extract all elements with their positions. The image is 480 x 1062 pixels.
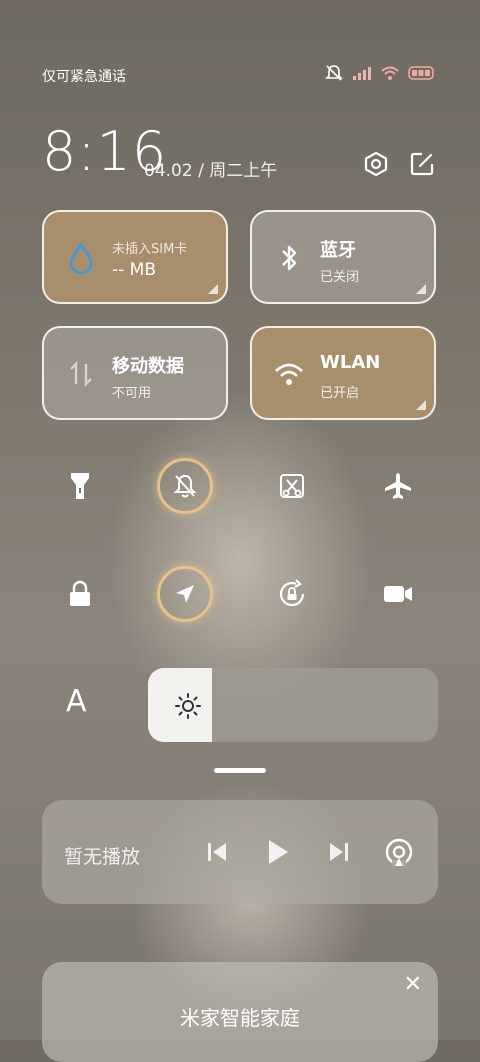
edit-icon[interactable] xyxy=(408,150,436,178)
data-arrows-icon xyxy=(70,361,92,387)
previous-icon[interactable] xyxy=(206,840,228,864)
bluetooth-icon xyxy=(282,245,297,271)
flashlight-toggle[interactable] xyxy=(52,458,108,514)
smart-home-card[interactable]: ✕ 米家智能家庭 xyxy=(42,962,438,1062)
settings-icon[interactable] xyxy=(362,150,390,178)
sun-icon xyxy=(175,693,201,719)
airplane-icon xyxy=(385,473,411,499)
brightness-slider[interactable] xyxy=(148,668,438,742)
clock-date: 04.02 / 周二上午 xyxy=(144,161,278,181)
airplane-toggle[interactable] xyxy=(370,458,426,514)
water-drop-icon xyxy=(69,242,93,274)
rotation-lock-toggle[interactable] xyxy=(264,566,320,622)
tile-expand-corner xyxy=(416,400,426,410)
media-player: 暂无播放 xyxy=(42,800,438,904)
close-card-button[interactable]: ✕ xyxy=(404,972,422,997)
rotation-lock-icon xyxy=(279,579,305,607)
wifi-icon xyxy=(381,66,399,80)
tile-wlan[interactable]: WLAN 已开启 xyxy=(250,326,436,420)
status-icons xyxy=(324,64,436,82)
play-icon[interactable] xyxy=(266,838,290,866)
screenshot-icon xyxy=(280,474,304,498)
tile-sim-data[interactable]: 未插入SIM卡 -- MB xyxy=(42,210,228,304)
location-toggle[interactable] xyxy=(157,566,213,622)
tile-expand-corner xyxy=(416,284,426,294)
tile-wlan-title: WLAN xyxy=(320,352,381,373)
flashlight-icon xyxy=(71,473,89,499)
wifi-icon xyxy=(275,363,303,385)
tile-sim-value: -- MB xyxy=(112,260,157,280)
tile-bluetooth-sub: 已关闭 xyxy=(320,270,360,285)
lock-screen-toggle[interactable] xyxy=(52,566,108,622)
cast-icon[interactable] xyxy=(384,836,414,868)
status-carrier-text: 仅可紧急通话 xyxy=(42,69,126,85)
tile-mobile-data[interactable]: 移动数据 不可用 xyxy=(42,326,228,420)
smart-home-title: 米家智能家庭 xyxy=(180,1006,300,1030)
tile-bluetooth-title: 蓝牙 xyxy=(320,240,356,261)
tile-mobile-data-title: 移动数据 xyxy=(112,356,184,377)
tile-mobile-data-sub: 不可用 xyxy=(112,386,152,401)
video-camera-icon xyxy=(384,586,412,602)
tile-expand-corner xyxy=(208,284,218,294)
media-status-label: 暂无播放 xyxy=(64,846,141,868)
drag-handle[interactable] xyxy=(214,768,266,773)
bell-off-icon xyxy=(173,474,197,498)
tile-sim-title: 未插入SIM卡 xyxy=(112,242,188,257)
silent-toggle[interactable] xyxy=(157,458,213,514)
next-icon[interactable] xyxy=(328,840,350,864)
screenshot-toggle[interactable] xyxy=(264,458,320,514)
battery-icon xyxy=(408,66,434,80)
auto-brightness-button[interactable]: A xyxy=(66,684,87,719)
location-icon xyxy=(176,585,194,603)
signal-icon xyxy=(353,67,371,80)
lock-icon xyxy=(70,580,90,606)
tile-wlan-sub: 已开启 xyxy=(320,386,360,401)
tile-bluetooth[interactable]: 蓝牙 已关闭 xyxy=(250,210,436,304)
screen-record-toggle[interactable] xyxy=(370,566,426,622)
mute-icon xyxy=(325,65,343,81)
